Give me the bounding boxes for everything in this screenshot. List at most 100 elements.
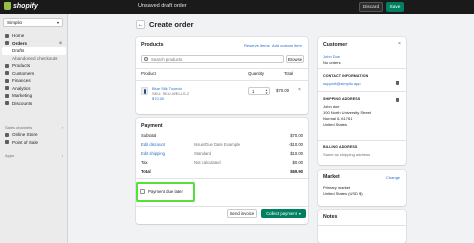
store-selector[interactable]: Simplio ▾ (3, 18, 63, 27)
quantity-input[interactable]: 1 ▲ ▼ (248, 87, 270, 95)
quantity-value: 1 (252, 88, 255, 94)
sidebar-item-label: Products (12, 63, 31, 69)
stepper-arrows-icon[interactable]: ▲ ▼ (265, 88, 268, 94)
sidebar-item-home[interactable]: Home (2, 32, 66, 40)
chart-icon (5, 86, 9, 91)
sidebar-item-abandoned-checkouts[interactable]: Abandoned checkouts (2, 55, 66, 63)
line-item-total: $70.00 (276, 88, 290, 93)
sidebar-item-marketing[interactable]: Marketing (2, 92, 66, 100)
change-market-link[interactable]: Change (386, 175, 400, 180)
customer-orders: No orders (323, 60, 341, 65)
customer-email-link[interactable]: support@simplio.app (323, 81, 361, 86)
sidebar-item-orders[interactable]: Orders 6 (2, 40, 66, 48)
discard-button[interactable]: Discard (359, 2, 383, 12)
collect-payment-button[interactable]: Collect payment ▾ (261, 209, 306, 218)
chevron-right-icon[interactable]: › (62, 125, 63, 130)
row-note: Issue/Due Date Example (194, 142, 241, 147)
column-header-quantity: Quantity (248, 71, 265, 76)
orders-count-badge: 6 (58, 41, 63, 45)
divider (136, 178, 308, 179)
divider (136, 80, 308, 81)
customer-card: Customer × John Doe No orders CONTACT IN… (318, 37, 406, 165)
payment-row-total: Total $69.90 (141, 169, 303, 175)
discount-icon (5, 101, 9, 106)
search-icon (144, 57, 148, 61)
tag-icon (5, 63, 9, 68)
payment-row-shipping: Edit shipping Standard $10.00 (141, 151, 303, 157)
payment-due-later-checkbox[interactable] (140, 189, 145, 194)
reserve-items-link[interactable]: Reserve items (244, 43, 270, 48)
sidebar-item-label: Analytics (12, 85, 31, 91)
divider (136, 68, 308, 69)
sidebar-item-label: Home (12, 33, 25, 39)
sidebar-item-finances[interactable]: Finances (2, 77, 66, 85)
draft-status-text: Unsaved draft order (138, 3, 187, 9)
top-bar: shopify Unsaved draft order Discard Save (0, 0, 474, 14)
chevron-down-icon: ▾ (298, 211, 301, 216)
customer-title: Customer (323, 42, 348, 48)
row-label: Total (141, 169, 151, 174)
sidebar-item-online-store[interactable]: Online Store (2, 131, 66, 139)
market-title: Market (323, 174, 340, 180)
close-icon[interactable]: × (298, 87, 301, 93)
sidebar-item-label: Orders (12, 40, 28, 46)
person-icon (5, 71, 9, 76)
divider (136, 206, 308, 207)
shopping-bag-icon (4, 2, 11, 10)
sidebar: Simplio ▾ Home Orders 6 Drafts Abandoned … (0, 14, 68, 243)
page-title: Create order (149, 20, 194, 29)
apps-heading: Apps › (5, 153, 63, 158)
row-label: Tax (141, 160, 148, 165)
column-header-product: Product (141, 71, 156, 76)
divider (318, 225, 406, 226)
send-invoice-button[interactable]: Send invoice (227, 209, 257, 218)
save-button[interactable]: Save (386, 2, 404, 12)
billing-address-note: Same as shipping address (323, 152, 371, 157)
payment-row-tax: Tax Not calculated $0.00 (141, 160, 303, 166)
sidebar-item-products[interactable]: Products (2, 62, 66, 70)
add-custom-item-link[interactable]: Add custom item (272, 43, 302, 48)
home-icon (5, 33, 9, 38)
row-value: -$10.00 (288, 142, 303, 147)
orders-icon (5, 41, 9, 46)
close-icon[interactable]: × (398, 41, 401, 47)
address-line: John doe (323, 104, 340, 109)
notes-card: Notes (318, 210, 406, 243)
notes-title: Notes (323, 214, 338, 220)
collect-payment-label: Collect payment (266, 211, 297, 216)
sidebar-item-label: Online Store (12, 132, 38, 138)
market-card: Market Change Primary market United Stat… (318, 170, 406, 206)
row-value: $69.90 (290, 169, 303, 174)
address-line: United States (323, 122, 348, 127)
sidebar-item-drafts[interactable]: Drafts (2, 47, 66, 55)
contact-information-heading: CONTACT INFORMATION (323, 74, 369, 78)
sidebar-item-customers[interactable]: Customers (2, 70, 66, 78)
copy-icon[interactable] (396, 81, 399, 85)
sidebar-item-discounts[interactable]: Discounts (2, 100, 66, 108)
payment-row-discount: Edit discount Issue/Due Date Example -$1… (141, 142, 303, 148)
chevron-right-icon[interactable]: › (62, 153, 63, 158)
sidebar-item-analytics[interactable]: Analytics (2, 85, 66, 93)
divider (318, 68, 406, 69)
sidebar-item-label: Abandoned checkouts (12, 55, 58, 61)
address-line: 100 North University Street (323, 110, 372, 115)
copy-icon[interactable] (396, 98, 399, 102)
sidebar-item-label: Point of Sale (12, 139, 39, 145)
divider (318, 91, 406, 92)
sidebar-item-point-of-sale[interactable]: Point of Sale (2, 139, 66, 147)
back-button[interactable]: ← (136, 20, 145, 29)
browse-button[interactable]: Browse (286, 55, 304, 63)
search-products-input[interactable]: Search products (141, 55, 284, 63)
search-placeholder: Search products (151, 56, 183, 62)
customer-name-link[interactable]: John Doe (323, 54, 340, 59)
shopify-logo[interactable]: shopify (4, 2, 38, 10)
row-value: $10.00 (290, 151, 303, 156)
column-header-total: Total (284, 71, 294, 76)
products-card: Products Reserve items Add custom item S… (136, 37, 308, 114)
payment-row-subtotal: Subtotal $70.00 (141, 133, 303, 139)
edit-discount-link[interactable]: Edit discount (141, 142, 165, 147)
edit-shipping-link[interactable]: Edit shipping (141, 151, 165, 156)
channels-nav: Online Store Point of Sale (2, 131, 66, 146)
payment-due-later-label[interactable]: Payment due later (148, 189, 183, 194)
row-label: Subtotal (141, 133, 157, 138)
